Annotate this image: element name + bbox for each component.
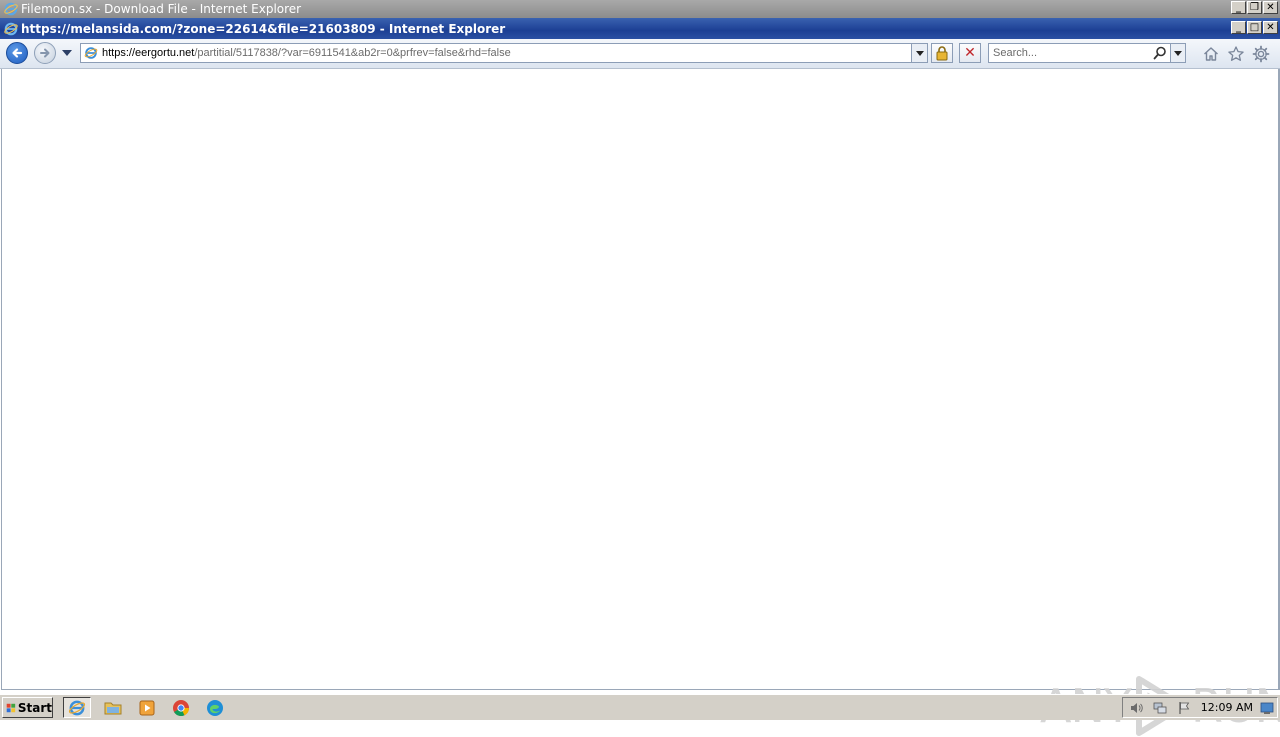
- chevron-down-icon: [915, 50, 924, 56]
- folder-icon: [104, 702, 122, 714]
- taskbar: Start 12:09 AM: [0, 694, 1280, 720]
- recent-pages-dropdown[interactable]: [62, 50, 72, 56]
- inner-window-title: https://melansida.com/?zone=22614&file=2…: [21, 21, 506, 36]
- security-lock-button[interactable]: [931, 43, 953, 63]
- action-center-flag-icon[interactable]: [1177, 701, 1191, 715]
- address-bar[interactable]: https://eergortu.net/partitial/5117838/?…: [80, 43, 928, 63]
- outer-title-bar: Filemoon.sx - Download File - Internet E…: [0, 0, 1280, 18]
- search-input[interactable]: [993, 47, 1153, 59]
- outer-window-title: Filemoon.sx - Download File - Internet E…: [21, 2, 302, 16]
- page-content: ANY RUN: [1, 69, 1280, 736]
- address-dropdown-button[interactable]: [911, 44, 927, 62]
- taskbar-explorer-button[interactable]: [99, 697, 127, 718]
- forward-button[interactable]: [34, 42, 56, 64]
- search-dropdown-button[interactable]: [1170, 44, 1185, 62]
- stop-button[interactable]: ✕: [959, 43, 981, 63]
- navigation-bar: https://eergortu.net/partitial/5117838/?…: [0, 39, 1280, 69]
- lock-icon: [936, 46, 948, 61]
- ie-logo-icon: [4, 22, 18, 35]
- start-label: Start: [17, 700, 52, 715]
- ie-logo-icon: [68, 700, 86, 715]
- outer-restore-button[interactable]: ❐: [1247, 1, 1262, 14]
- start-button[interactable]: Start: [2, 697, 53, 718]
- media-player-icon: [139, 700, 155, 715]
- search-box: [988, 43, 1186, 63]
- arrow-left-icon: [12, 48, 23, 58]
- clock[interactable]: 12:09 AM: [1201, 701, 1253, 714]
- ie-logo-icon: [4, 2, 18, 16]
- gear-icon[interactable]: [1252, 45, 1270, 63]
- edge-icon: [207, 699, 223, 716]
- taskbar-edge-button[interactable]: [201, 697, 229, 718]
- search-icon[interactable]: [1153, 46, 1167, 60]
- taskbar-ie-button[interactable]: [63, 697, 91, 718]
- chevron-down-icon: [1174, 50, 1182, 56]
- system-tray: 12:09 AM: [1122, 697, 1278, 718]
- network-icon[interactable]: [1153, 701, 1167, 715]
- outer-close-button[interactable]: ✕: [1263, 1, 1278, 14]
- back-button[interactable]: [6, 42, 28, 64]
- arrow-right-icon: [40, 48, 50, 58]
- outer-minimize-button[interactable]: _: [1231, 1, 1246, 14]
- taskbar-chrome-button[interactable]: [167, 697, 195, 718]
- taskbar-media-player-button[interactable]: [133, 697, 161, 718]
- chrome-icon: [173, 699, 189, 716]
- inner-minimize-button[interactable]: _: [1231, 21, 1246, 34]
- home-icon[interactable]: [1202, 45, 1220, 63]
- address-url: https://eergortu.net/partitial/5117838/?…: [102, 47, 511, 59]
- volume-icon[interactable]: [1129, 701, 1143, 715]
- windows-logo-icon: [6, 703, 16, 712]
- inner-maximize-button[interactable]: □: [1247, 21, 1262, 34]
- url-domain: https://eergortu.net: [102, 47, 195, 59]
- inner-title-bar: https://melansida.com/?zone=22614&file=2…: [0, 18, 1280, 39]
- show-desktop-icon[interactable]: [1260, 701, 1274, 715]
- inner-close-button[interactable]: ✕: [1263, 21, 1278, 34]
- favorites-star-icon[interactable]: [1227, 45, 1245, 63]
- url-path: /partitial/5117838/?var=6911541&ab2r=0&p…: [194, 47, 511, 59]
- ie-page-icon: [84, 47, 98, 59]
